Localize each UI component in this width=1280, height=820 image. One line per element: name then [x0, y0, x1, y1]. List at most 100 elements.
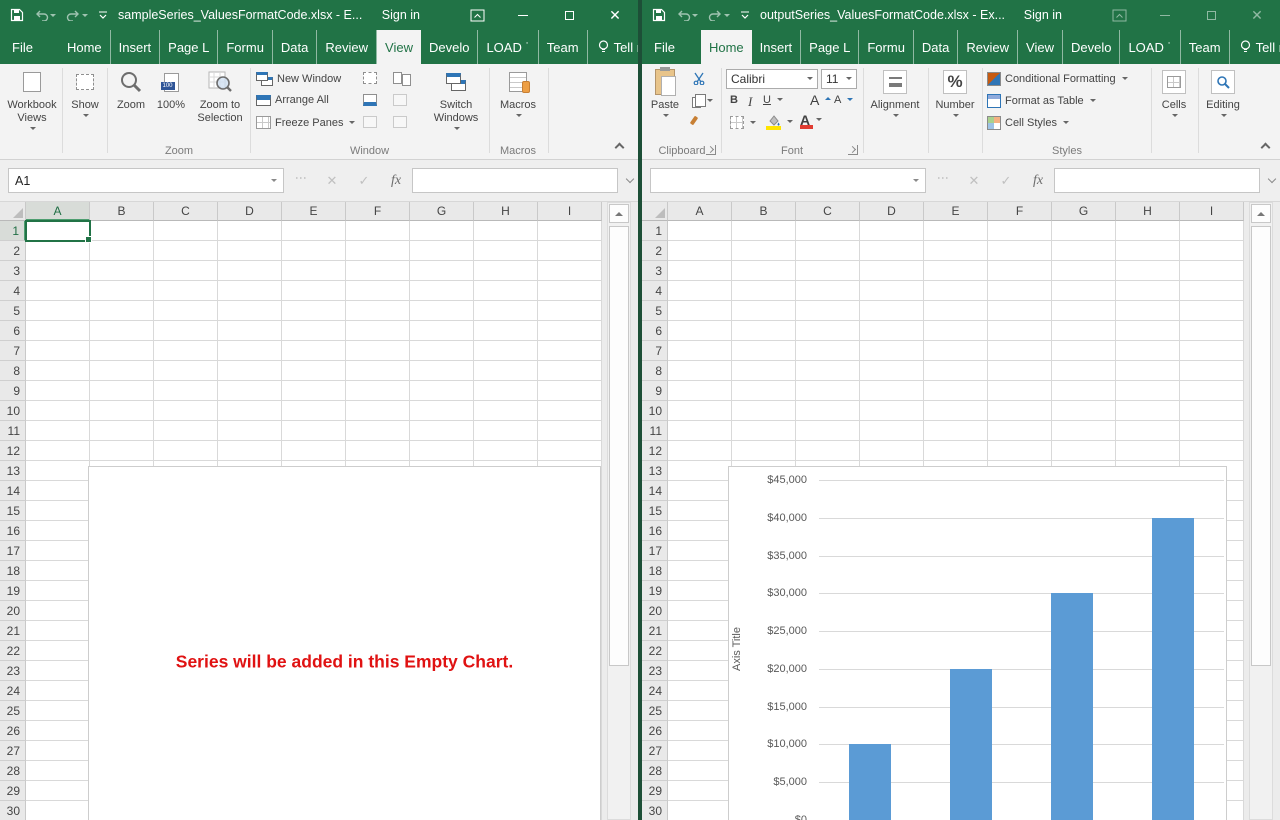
- name-box[interactable]: A1: [8, 168, 284, 193]
- row-header-22[interactable]: 22: [0, 641, 26, 661]
- column-header-e[interactable]: E: [924, 202, 988, 221]
- undo-button[interactable]: [34, 9, 56, 21]
- ribbon-tab-file[interactable]: File: [0, 30, 45, 64]
- tell-me-box[interactable]: Tell me: [588, 30, 638, 64]
- redo-dropdown-caret[interactable]: [82, 13, 88, 20]
- row-header-17[interactable]: 17: [642, 541, 668, 561]
- insert-function-button[interactable]: fx: [1024, 168, 1052, 193]
- active-cell[interactable]: [25, 220, 92, 243]
- row-header-6[interactable]: 6: [0, 321, 26, 341]
- vertical-scrollbar[interactable]: [607, 202, 631, 820]
- bar-chart[interactable]: Axis Title $0 $5,000 $10,000 $15,000 $20,000…: [728, 466, 1227, 820]
- cells-button[interactable]: Cells: [1154, 67, 1194, 120]
- column-header-a[interactable]: A: [26, 202, 90, 221]
- minimize-button[interactable]: [500, 0, 546, 30]
- ribbon-tab-load[interactable]: LOAD ˙: [478, 30, 539, 64]
- ribbon-tab-view[interactable]: View: [1018, 30, 1063, 64]
- ribbon-tab-page-l[interactable]: Page L: [160, 30, 219, 64]
- row-header-15[interactable]: 15: [0, 501, 26, 521]
- collapse-ribbon-button[interactable]: [1260, 142, 1271, 153]
- ribbon-tab-file[interactable]: File: [642, 30, 687, 64]
- column-header-a[interactable]: A: [668, 202, 732, 221]
- row-header-8[interactable]: 8: [642, 361, 668, 381]
- ribbon-display-options-button[interactable]: [454, 0, 500, 30]
- row-header-28[interactable]: 28: [642, 761, 668, 781]
- row-header-14[interactable]: 14: [642, 481, 668, 501]
- ribbon-tab-team[interactable]: Team: [1181, 30, 1230, 64]
- row-header-17[interactable]: 17: [0, 541, 26, 561]
- column-header-d[interactable]: D: [218, 202, 282, 221]
- hide-window-button[interactable]: [363, 94, 377, 106]
- row-header-26[interactable]: 26: [0, 721, 26, 741]
- minimize-button[interactable]: [1142, 0, 1188, 30]
- worksheet[interactable]: ABCDEFGHI 1 2 3 4 5 6 7 8 9 10 11 12 13 14 15 16 17 18 19 2…: [642, 202, 1280, 820]
- redo-button[interactable]: [66, 9, 88, 21]
- undo-button[interactable]: [676, 9, 698, 21]
- row-header-30[interactable]: 30: [642, 801, 668, 820]
- cancel-button[interactable]: ✕: [318, 168, 346, 193]
- column-header-i[interactable]: I: [1180, 202, 1244, 221]
- number-button[interactable]: % Number: [931, 67, 979, 120]
- row-header-12[interactable]: 12: [0, 441, 26, 461]
- row-header-16[interactable]: 16: [642, 521, 668, 541]
- ribbon-tab-develo[interactable]: Develo: [1063, 30, 1121, 64]
- row-header-18[interactable]: 18: [0, 561, 26, 581]
- row-header-10[interactable]: 10: [0, 401, 26, 421]
- vertical-scrollbar[interactable]: [1249, 202, 1273, 820]
- row-header-30[interactable]: 30: [0, 801, 26, 820]
- expand-formula-bar-button[interactable]: [625, 174, 635, 184]
- worksheet[interactable]: ABCDEFGHI 1 2 3 4 5 6 7 8 9 10 11 12 13 14 15 16 17 18 19 2…: [0, 202, 638, 820]
- zoom-button[interactable]: Zoom: [110, 67, 152, 112]
- new-window-button[interactable]: New Window: [256, 72, 341, 86]
- fill-color-button[interactable]: [766, 114, 793, 130]
- ribbon-tab-home[interactable]: Home: [59, 30, 111, 64]
- conditional-formatting-button[interactable]: Conditional Formatting: [987, 72, 1128, 86]
- scroll-up-button[interactable]: [1251, 204, 1271, 223]
- row-header-11[interactable]: 11: [0, 421, 26, 441]
- ribbon-tab-review[interactable]: Review: [958, 30, 1019, 64]
- ribbon-tab-team[interactable]: Team: [539, 30, 588, 64]
- row-header-2[interactable]: 2: [642, 241, 668, 261]
- cut-button[interactable]: [692, 72, 706, 85]
- name-box[interactable]: [650, 168, 926, 193]
- freeze-panes-button[interactable]: Freeze Panes: [256, 116, 356, 129]
- unhide-window-button[interactable]: [363, 116, 377, 128]
- row-header-23[interactable]: 23: [642, 661, 668, 681]
- alignment-button[interactable]: Alignment: [866, 67, 924, 120]
- sign-in-link[interactable]: Sign in: [1024, 8, 1062, 22]
- row-header-3[interactable]: 3: [0, 261, 26, 281]
- font-name-combo[interactable]: Calibri: [726, 69, 818, 89]
- undo-dropdown-caret[interactable]: [50, 13, 56, 20]
- chart-bar[interactable]: [1152, 518, 1194, 820]
- row-header-9[interactable]: 9: [642, 381, 668, 401]
- column-header-c[interactable]: C: [796, 202, 860, 221]
- row-header-5[interactable]: 5: [642, 301, 668, 321]
- ribbon-tab-data[interactable]: Data: [914, 30, 959, 64]
- ribbon-tab-view[interactable]: View: [377, 30, 421, 64]
- bold-button[interactable]: B: [730, 94, 738, 106]
- row-header-6[interactable]: 6: [642, 321, 668, 341]
- ribbon-tab-insert[interactable]: Insert: [111, 30, 161, 64]
- row-header-26[interactable]: 26: [642, 721, 668, 741]
- column-header-c[interactable]: C: [154, 202, 218, 221]
- column-header-h[interactable]: H: [1116, 202, 1180, 221]
- formula-input[interactable]: [412, 168, 618, 193]
- italic-button[interactable]: I: [748, 94, 752, 110]
- row-header-21[interactable]: 21: [642, 621, 668, 641]
- ribbon-tab-formu[interactable]: Formu: [859, 30, 914, 64]
- select-all-corner[interactable]: [642, 202, 668, 221]
- column-header-g[interactable]: G: [1052, 202, 1116, 221]
- row-header-18[interactable]: 18: [642, 561, 668, 581]
- column-header-b[interactable]: B: [732, 202, 796, 221]
- close-button[interactable]: ✕: [1234, 0, 1280, 30]
- row-header-4[interactable]: 4: [642, 281, 668, 301]
- close-button[interactable]: ✕: [592, 0, 638, 30]
- format-painter-button[interactable]: [689, 115, 699, 126]
- font-size-combo[interactable]: 11: [821, 69, 857, 89]
- row-header-22[interactable]: 22: [642, 641, 668, 661]
- row-header-7[interactable]: 7: [0, 341, 26, 361]
- undo-dropdown-caret[interactable]: [692, 13, 698, 20]
- ribbon-tab-formu[interactable]: Formu: [218, 30, 273, 64]
- scrollbar-thumb[interactable]: [609, 226, 629, 666]
- row-header-19[interactable]: 19: [642, 581, 668, 601]
